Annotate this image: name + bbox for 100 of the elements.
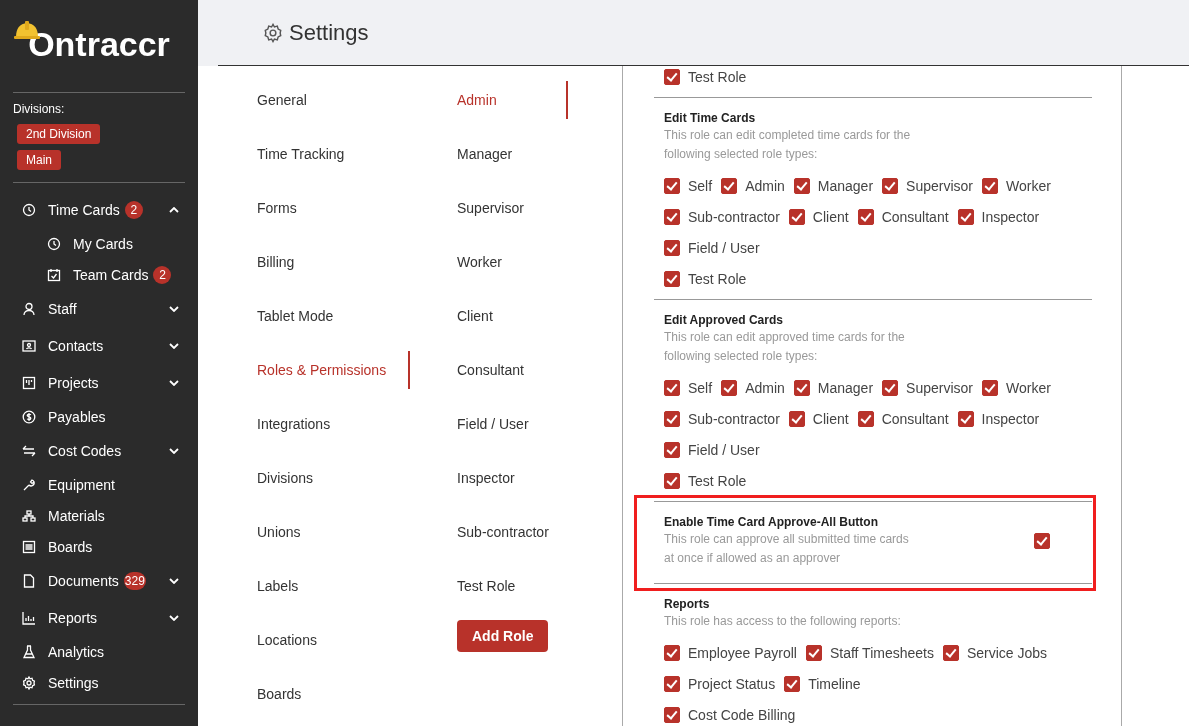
flask-icon	[22, 644, 36, 659]
settings-menu-item[interactable]: Tablet Mode	[218, 297, 410, 335]
checkbox[interactable]	[942, 644, 959, 661]
checkbox-label: Supervisor	[906, 177, 973, 194]
checkbox[interactable]	[664, 177, 680, 194]
checkbox[interactable]	[721, 177, 738, 194]
chevron-down-icon[interactable]	[169, 447, 179, 454]
nav-item[interactable]: Settings	[13, 667, 185, 698]
section-description: This role has access to the following reports:	[663, 613, 902, 630]
role-item[interactable]: Client	[410, 297, 568, 335]
role-item[interactable]: Consultant	[410, 351, 568, 389]
checkbox[interactable]	[788, 208, 805, 225]
checkbox[interactable]	[982, 177, 998, 194]
division-tag[interactable]: 2nd Division	[17, 124, 101, 144]
nav-item[interactable]: Contacts	[13, 327, 185, 364]
checkbox-label: Sub-contractor	[688, 208, 780, 225]
checkbox-label: Admin	[745, 379, 785, 396]
add-role-button[interactable]: Add Role	[457, 620, 549, 652]
settings-menu-item[interactable]: Forms	[218, 189, 410, 227]
count-badge: 2	[153, 265, 172, 284]
role-item[interactable]: Inspector	[410, 459, 568, 497]
nav-item[interactable]: Boards	[13, 531, 185, 562]
nav-item[interactable]: Analytics	[13, 636, 185, 667]
checkbox[interactable]	[664, 644, 680, 661]
chevron-down-icon[interactable]	[169, 379, 179, 386]
chevron-down-icon[interactable]	[169, 305, 179, 312]
checkbox-label: Manager	[817, 177, 874, 194]
checkbox[interactable]	[788, 410, 805, 427]
settings-menu-item[interactable]: General	[218, 81, 410, 119]
contact-card-icon	[22, 338, 36, 353]
role-item[interactable]: Worker	[410, 243, 568, 281]
nav-item[interactable]: Cost Codes	[13, 432, 185, 469]
checkbox-label: Timeline	[808, 675, 861, 692]
checkbox[interactable]	[957, 208, 974, 225]
checkbox-label: Consultant	[881, 410, 949, 427]
nav-item[interactable]: Equipment	[13, 469, 185, 500]
checkbox[interactable]	[664, 239, 680, 256]
checkbox[interactable]	[982, 379, 998, 396]
nav-item[interactable]: Time Cards 2	[13, 191, 185, 228]
checkbox-label: Service Jobs	[966, 644, 1048, 661]
nav-item[interactable]: Materials	[13, 500, 185, 531]
settings-menu-item[interactable]: Roles & Permissions	[218, 351, 410, 389]
chevron-up-icon[interactable]	[169, 206, 179, 213]
checkbox-label: Inspector	[981, 208, 1040, 225]
checkbox[interactable]	[957, 410, 974, 427]
checkbox[interactable]	[721, 379, 738, 396]
section-title: Reports	[663, 596, 711, 612]
checkbox[interactable]	[664, 270, 680, 287]
count-badge: 2	[124, 200, 143, 219]
checkbox[interactable]	[805, 644, 822, 661]
role-item[interactable]: Field / User	[410, 405, 568, 443]
checkbox[interactable]	[664, 472, 680, 489]
settings-menu-item[interactable]: Locations	[218, 621, 410, 659]
checkbox-label: Cost Code Billing	[688, 706, 796, 723]
settings-menu-item[interactable]: Billing	[218, 243, 410, 281]
checkbox-label: Test Role	[688, 472, 747, 489]
checkbox-label: Self	[688, 379, 713, 396]
settings-menu-item[interactable]: Boards	[218, 675, 410, 713]
settings-menu-item[interactable]: Unions	[218, 513, 410, 551]
checkbox[interactable]	[664, 410, 680, 427]
checkbox[interactable]	[664, 706, 680, 723]
checkbox-label: Test Role	[688, 68, 747, 85]
role-item[interactable]: Supervisor	[410, 189, 568, 227]
checkbox[interactable]	[664, 675, 680, 692]
checkbox[interactable]	[857, 208, 874, 225]
checkbox[interactable]	[882, 177, 899, 194]
checkbox-label: Project Status	[688, 675, 776, 692]
checkbox[interactable]	[664, 208, 680, 225]
checkbox[interactable]	[882, 379, 899, 396]
nav-subitem[interactable]: Team Cards 2	[13, 259, 185, 290]
checkbox[interactable]	[664, 68, 680, 85]
settings-menu-item[interactable]: Labels	[218, 567, 410, 605]
chevron-down-icon[interactable]	[169, 614, 179, 621]
checkbox[interactable]	[664, 441, 680, 458]
role-item[interactable]: Manager	[410, 135, 568, 173]
checkbox[interactable]	[1034, 533, 1050, 549]
bar-chart-icon	[22, 610, 36, 625]
settings-menu-item[interactable]: Integrations	[218, 405, 410, 443]
nav-item[interactable]: Reports	[13, 599, 185, 636]
section-description: following selected role types:	[663, 348, 819, 365]
role-item[interactable]: Sub-contractor	[410, 513, 568, 551]
settings-menu-item[interactable]: Divisions	[218, 459, 410, 497]
role-item[interactable]: Test Role	[410, 567, 568, 605]
section-description: at once if allowed as an approver	[663, 550, 842, 567]
checkbox[interactable]	[857, 410, 874, 427]
chevron-down-icon[interactable]	[169, 577, 179, 584]
settings-menu-item[interactable]: Time Tracking	[218, 135, 410, 173]
checkbox[interactable]	[784, 675, 801, 692]
checkbox[interactable]	[793, 379, 810, 396]
section-title: Enable Time Card Approve-All Button	[663, 514, 880, 530]
nav-subitem[interactable]: My Cards	[13, 228, 185, 259]
division-tag[interactable]: Main	[17, 150, 61, 170]
nav-item[interactable]: Documents 329	[13, 562, 185, 599]
chevron-down-icon[interactable]	[169, 342, 179, 349]
checkbox[interactable]	[664, 379, 680, 396]
nav-item[interactable]: Payables	[13, 401, 185, 432]
nav-item[interactable]: Projects	[13, 364, 185, 401]
nav-item[interactable]: Staff	[13, 290, 185, 327]
checkbox[interactable]	[793, 177, 810, 194]
role-item[interactable]: Admin	[410, 81, 568, 119]
